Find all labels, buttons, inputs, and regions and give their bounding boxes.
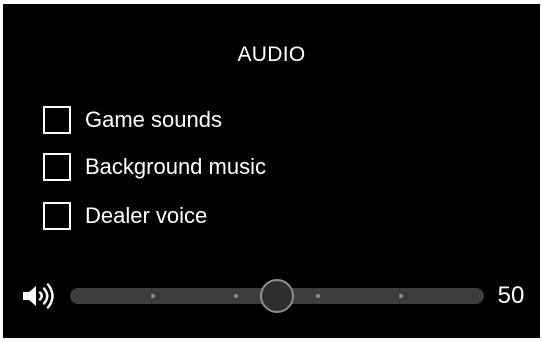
volume-slider[interactable] xyxy=(70,279,484,313)
volume-slider-tick xyxy=(150,294,155,298)
audio-title: AUDIO xyxy=(237,43,306,66)
background-music-label: Background music xyxy=(85,154,266,179)
game-sounds-option[interactable]: Game sounds xyxy=(43,104,222,136)
game-sounds-checkbox[interactable] xyxy=(43,106,71,134)
volume-slider-thumb[interactable] xyxy=(260,279,294,313)
audio-settings-panel: AUDIO Game sounds Background music Deale… xyxy=(3,4,540,338)
volume-value: 50 xyxy=(497,282,525,309)
background-music-option[interactable]: Background music xyxy=(43,151,266,183)
game-sounds-label: Game sounds xyxy=(85,107,222,132)
speaker-volume-icon xyxy=(23,283,54,309)
dealer-voice-label: Dealer voice xyxy=(85,203,208,228)
volume-slider-tick xyxy=(233,294,238,298)
background-music-checkbox[interactable] xyxy=(43,153,71,181)
dealer-voice-checkbox[interactable] xyxy=(43,202,71,230)
dealer-voice-option[interactable]: Dealer voice xyxy=(43,200,207,232)
